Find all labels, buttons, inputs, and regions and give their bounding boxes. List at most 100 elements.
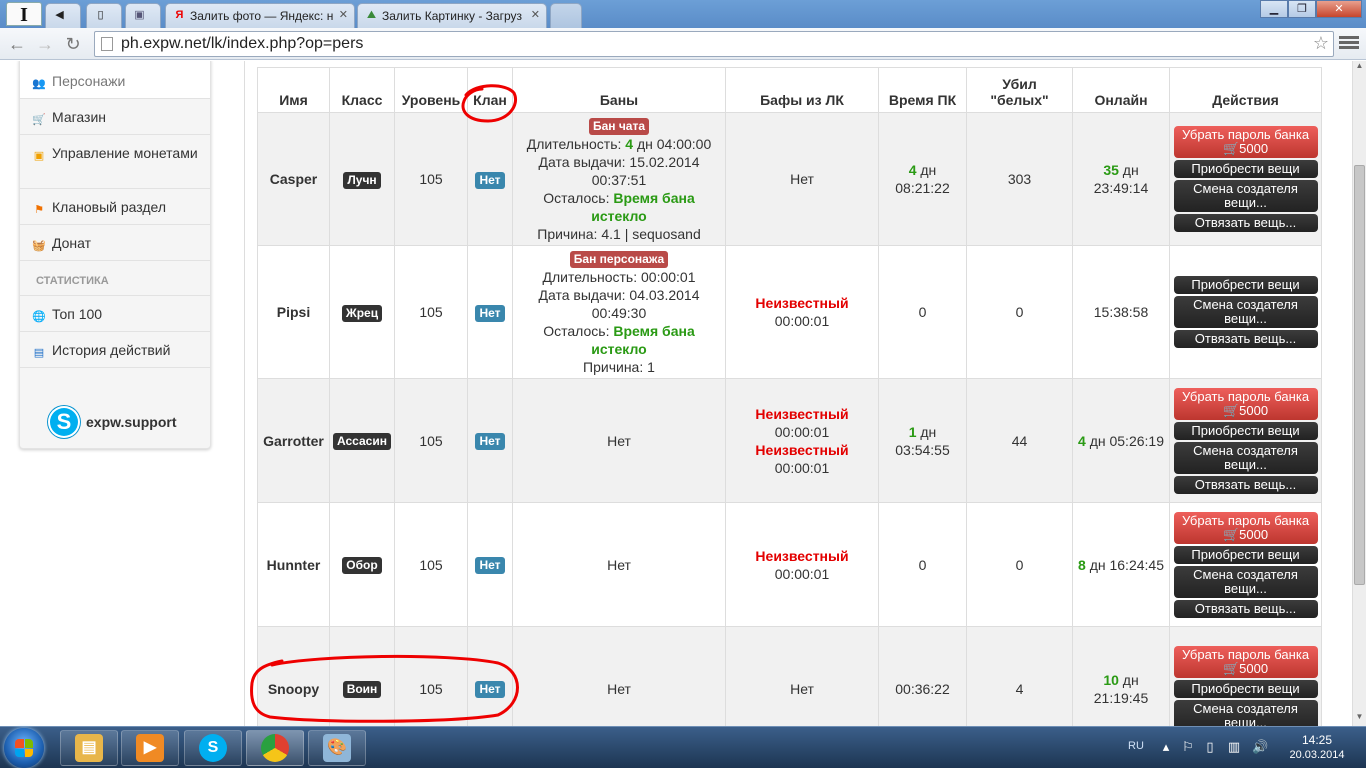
browser-tab[interactable]: ◀ xyxy=(45,3,81,28)
sidebar-item-label: Клановый раздел xyxy=(52,199,167,215)
ban-duration-days: 4 xyxy=(625,135,634,152)
sidebar-item-donate[interactable]: 🧺 Донат xyxy=(20,225,210,261)
back-button[interactable]: ← xyxy=(6,33,28,55)
sidebar-item-top100[interactable]: 🌐 Топ 100 xyxy=(20,296,210,332)
change-item-creator-button[interactable]: Смена создателя вещи... xyxy=(1173,296,1318,328)
bookmark-star-icon[interactable]: ☆ xyxy=(1313,33,1329,54)
address-bar[interactable]: ☆ xyxy=(94,31,1334,57)
close-tab-icon[interactable]: ✕ xyxy=(339,8,348,21)
buy-items-button[interactable]: Приобрести вещи xyxy=(1173,276,1318,294)
skype-support[interactable]: S expw.support xyxy=(48,405,177,439)
browser-tab-upload[interactable]: ⛰ Залить Картинку - Загруз ✕ xyxy=(357,3,547,28)
taskbar-skype[interactable]: S xyxy=(184,730,242,766)
sidebar-item-characters[interactable]: 👥 Персонажи xyxy=(20,61,210,99)
characters-panel: Имя Класс Уровень Клан Баны Бафы из ЛК В… xyxy=(244,61,1342,726)
close-tab-icon[interactable]: ✕ xyxy=(531,8,540,21)
sidebar-item-clan[interactable]: ⚑ Клановый раздел xyxy=(20,189,210,225)
scroll-down-icon[interactable]: ▼ xyxy=(1353,712,1366,726)
buff-time: 00:00:01 xyxy=(774,423,830,440)
browser-tab[interactable]: ▯ xyxy=(86,3,122,28)
browser-menu-icon[interactable] xyxy=(1339,34,1359,52)
character-level: 105 xyxy=(394,245,468,379)
taskbar-explorer[interactable]: ▤ xyxy=(60,730,118,766)
character-level: 105 xyxy=(394,112,468,246)
taskbar-paint[interactable]: 🎨 xyxy=(308,730,366,766)
remove-bank-password-button[interactable]: Убрать пароль банка 🛒5000 xyxy=(1173,511,1318,544)
forward-button[interactable]: → xyxy=(34,33,56,55)
header-clan[interactable]: Клан xyxy=(467,67,513,113)
header-online[interactable]: Онлайн xyxy=(1072,67,1170,113)
network-icon[interactable]: ▥ xyxy=(1226,739,1242,755)
character-actions: Убрать пароль банка 🛒5000 Приобрести вещи… xyxy=(1169,112,1322,246)
tray-arrow-icon[interactable]: ▴ xyxy=(1158,739,1174,755)
remove-bank-password-button[interactable]: Убрать пароль банка 🛒5000 xyxy=(1173,126,1318,158)
sidebar-item-shop[interactable]: 🛒 Магазин xyxy=(20,99,210,135)
character-class: Обор xyxy=(329,502,395,627)
url-input[interactable] xyxy=(121,34,1301,54)
sidebar-item-coins[interactable]: ▣ Управление монетами xyxy=(20,135,210,189)
buff-time: 00:00:01 xyxy=(774,313,830,329)
class-badge: Жрец xyxy=(341,304,383,322)
character-name: Hunnter xyxy=(257,502,330,627)
unbind-item-button[interactable]: Отвязать вещь... xyxy=(1173,330,1318,348)
buy-items-button[interactable]: Приобрести вещи xyxy=(1173,545,1318,564)
taskbar-chrome[interactable] xyxy=(246,730,304,766)
online-unit: дн xyxy=(1122,671,1139,688)
volume-icon[interactable]: 🔊 xyxy=(1252,739,1268,755)
table-row: Hunnter Обор 105 Нет Нет Неизвестный 00:0… xyxy=(257,502,1322,627)
windows-logo-icon xyxy=(15,739,33,757)
character-class: Лучн xyxy=(329,112,395,246)
unbind-item-button[interactable]: Отвязать вещь... xyxy=(1173,475,1318,494)
system-clock[interactable]: 14:25 20.03.2014 xyxy=(1282,733,1352,763)
remove-bank-password-button[interactable]: Убрать пароль банка 🛒5000 xyxy=(1173,387,1318,420)
change-item-creator-button[interactable]: Смена создателя вещи... xyxy=(1173,441,1318,474)
change-item-creator-button[interactable]: Смена создателя вещи... xyxy=(1173,699,1318,726)
buy-items-button[interactable]: Приобрести вещи xyxy=(1173,160,1318,178)
header-kills[interactable]: Убил "белых" xyxy=(966,67,1073,113)
unbind-item-button[interactable]: Отвязать вещь... xyxy=(1173,599,1318,618)
input-language[interactable]: RU xyxy=(1128,740,1144,752)
action-center-flag-icon[interactable]: ⚐ xyxy=(1180,739,1196,755)
online-days: 35 xyxy=(1103,162,1119,178)
reload-button[interactable]: ↻ xyxy=(62,33,84,55)
close-window-button[interactable]: ✕ xyxy=(1316,0,1362,18)
change-item-creator-button[interactable]: Смена создателя вещи... xyxy=(1173,565,1318,598)
browser-tab-yandex[interactable]: Я Залить фото — Яндекс: н ✕ xyxy=(165,3,355,28)
header-buffs[interactable]: Бафы из ЛК xyxy=(725,67,879,113)
maximize-button[interactable]: ❐ xyxy=(1288,0,1316,18)
character-buffs: Неизвестный 00:00:01 xyxy=(725,245,879,379)
buff-name: Неизвестный xyxy=(755,295,849,311)
ban-type-badge: Бан чата xyxy=(588,117,650,135)
header-pk-time[interactable]: Время ПК xyxy=(878,67,967,113)
new-tab-button[interactable] xyxy=(550,3,582,28)
device-icon[interactable]: ▯ xyxy=(1202,739,1218,755)
page-scrollbar[interactable]: ▲ ▼ xyxy=(1352,61,1366,726)
clan-badge: Нет xyxy=(475,681,505,698)
app-icon[interactable]: I xyxy=(6,2,42,26)
browser-tab[interactable]: ▣ xyxy=(125,3,161,28)
character-class: Жрец xyxy=(329,245,395,379)
remove-bank-password-button[interactable]: Убрать пароль банка 🛒5000 xyxy=(1173,645,1318,678)
header-class[interactable]: Класс xyxy=(329,67,395,113)
change-item-creator-button[interactable]: Смена создателя вещи... xyxy=(1173,180,1318,212)
skype-icon: S xyxy=(48,406,80,438)
buy-items-button[interactable]: Приобрести вещи xyxy=(1173,679,1318,698)
ban-reason-label: Причина: xyxy=(537,225,598,242)
scroll-up-icon[interactable]: ▲ xyxy=(1353,61,1366,75)
sidebar-item-label: Магазин xyxy=(52,109,107,125)
unbind-item-button[interactable]: Отвязать вещь... xyxy=(1173,214,1318,232)
start-button[interactable] xyxy=(4,728,44,768)
buy-items-button[interactable]: Приобрести вещи xyxy=(1173,421,1318,440)
header-bans[interactable]: Баны xyxy=(512,67,726,113)
minimize-button[interactable]: ▁ xyxy=(1260,0,1288,18)
header-actions: Действия xyxy=(1169,67,1322,113)
sidebar-item-history[interactable]: ▤ История действий xyxy=(20,332,210,368)
online-days: 8 xyxy=(1078,556,1086,573)
clan-badge: Нет xyxy=(475,171,505,189)
character-online: 4 дн 05:26:19 xyxy=(1072,378,1170,503)
character-level: 105 xyxy=(394,378,468,503)
header-level[interactable]: Уровень xyxy=(394,67,468,113)
taskbar-media-player[interactable]: ▶ xyxy=(121,730,179,766)
header-name[interactable]: Имя xyxy=(257,67,330,113)
scrollbar-thumb[interactable] xyxy=(1354,165,1365,585)
